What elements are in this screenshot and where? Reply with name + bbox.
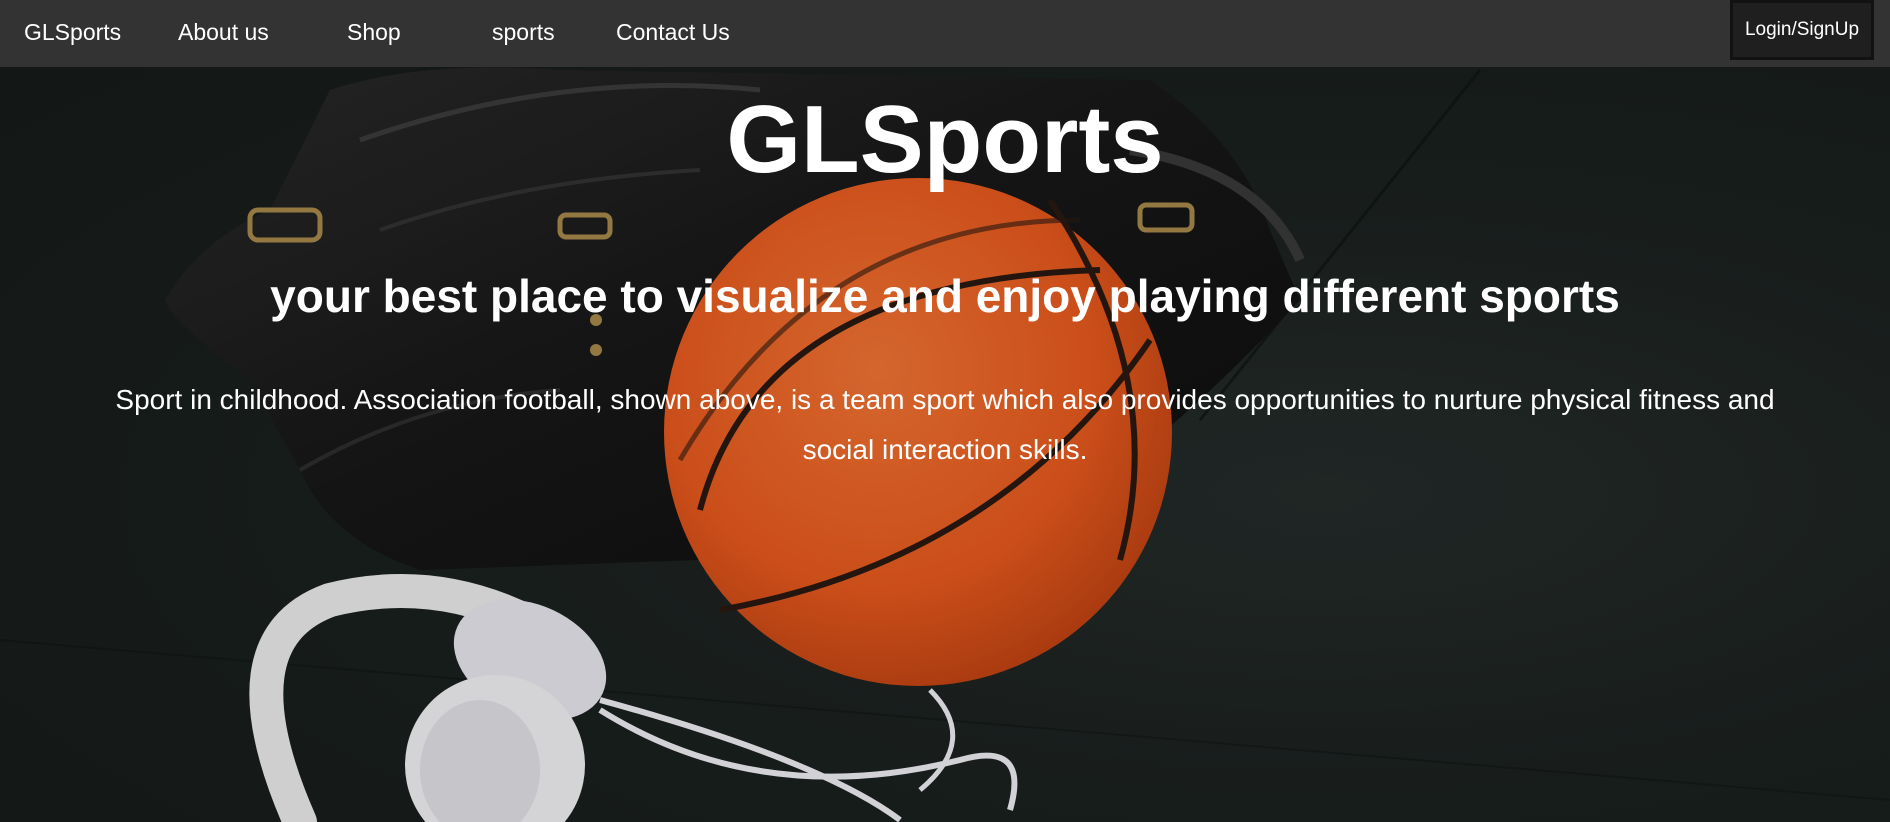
top-navbar: GLSports About us Shop sports Contact Us… [0, 0, 1890, 67]
hero-description: Sport in childhood. Association football… [115, 384, 1775, 465]
login-signup-button[interactable]: Login/SignUp [1730, 0, 1874, 60]
nav-contact-us-link[interactable]: Contact Us [616, 18, 730, 46]
nav-sports-link[interactable]: sports [492, 18, 555, 46]
hero-subtitle: your best place to visualize and enjoy p… [270, 270, 1620, 322]
hero-title: GLSports [726, 86, 1164, 193]
nav-shop-link[interactable]: Shop [347, 18, 401, 46]
nav-brand-link[interactable]: GLSports [24, 18, 121, 46]
nav-about-us-link[interactable]: About us [178, 18, 269, 46]
